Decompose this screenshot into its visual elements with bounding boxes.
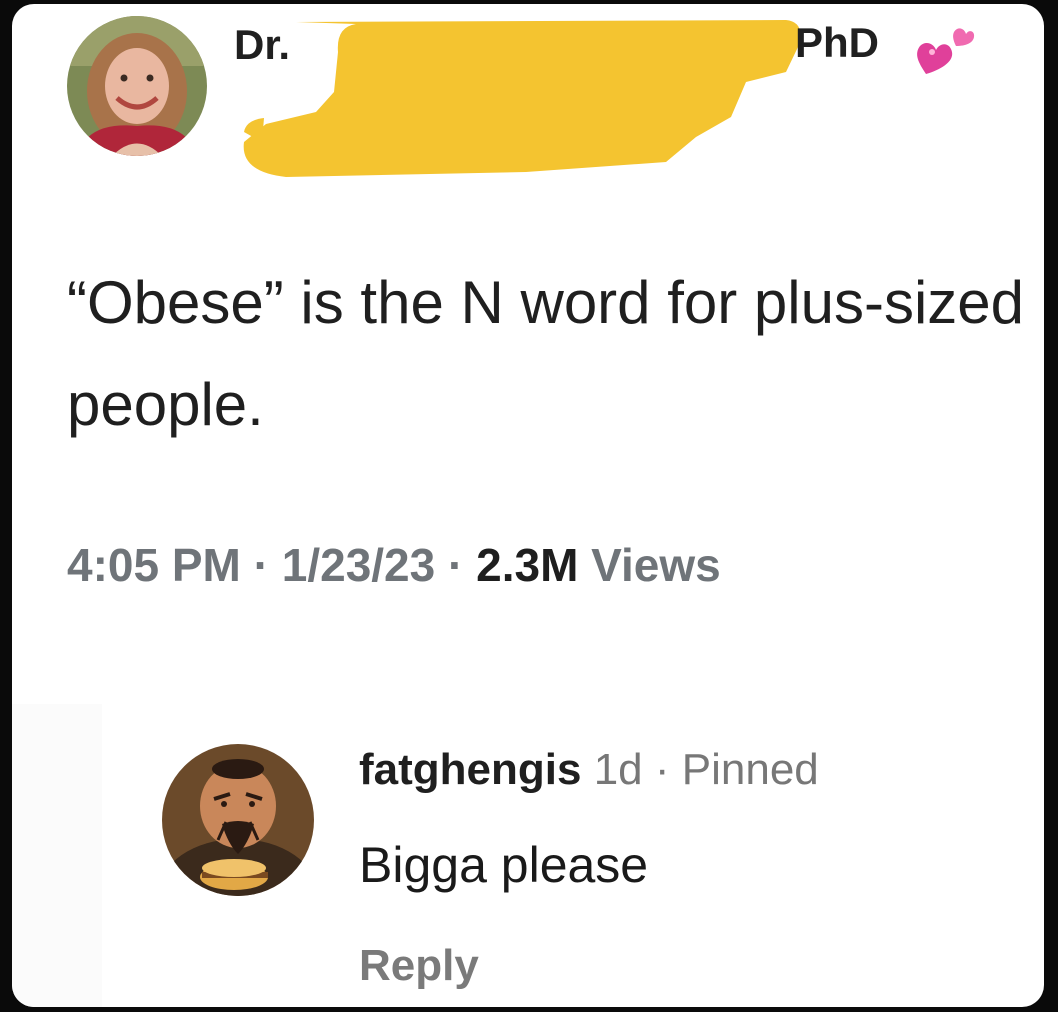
meta-separator: ·: [448, 539, 464, 591]
views-count[interactable]: 2.3M: [476, 539, 578, 591]
tweet-meta: 4:05 PM · 1/23/23 · 2.3M Views: [67, 542, 721, 588]
meta-separator: ·: [253, 539, 269, 591]
commenter-username[interactable]: fatghengis: [359, 745, 581, 794]
two-hearts-icon: [917, 28, 975, 74]
comment-header: fatghengis 1d · Pinned: [359, 748, 819, 792]
pinned-label: Pinned: [681, 745, 819, 794]
comment-age: 1d: [593, 745, 643, 794]
commenter-avatar[interactable]: [162, 744, 314, 896]
redaction-scribble: [243, 20, 801, 177]
views-label[interactable]: Views: [591, 539, 721, 591]
tweet-card: Dr. PhD “Obese” is the N word for plus-s…: [12, 4, 1044, 1007]
comment-text: Bigga please: [359, 837, 649, 893]
tweet-text: “Obese” is the N word for plus-sized peo…: [67, 269, 1025, 438]
tweet-date[interactable]: 1/23/23: [282, 539, 435, 591]
comment-separator: ·: [654, 745, 670, 794]
reply-button[interactable]: Reply: [359, 944, 479, 988]
author-name-suffix[interactable]: PhD: [795, 22, 879, 64]
author-avatar[interactable]: [67, 16, 207, 156]
comment-gutter: [12, 704, 102, 1007]
tweet-time: 4:05 PM: [67, 539, 241, 591]
